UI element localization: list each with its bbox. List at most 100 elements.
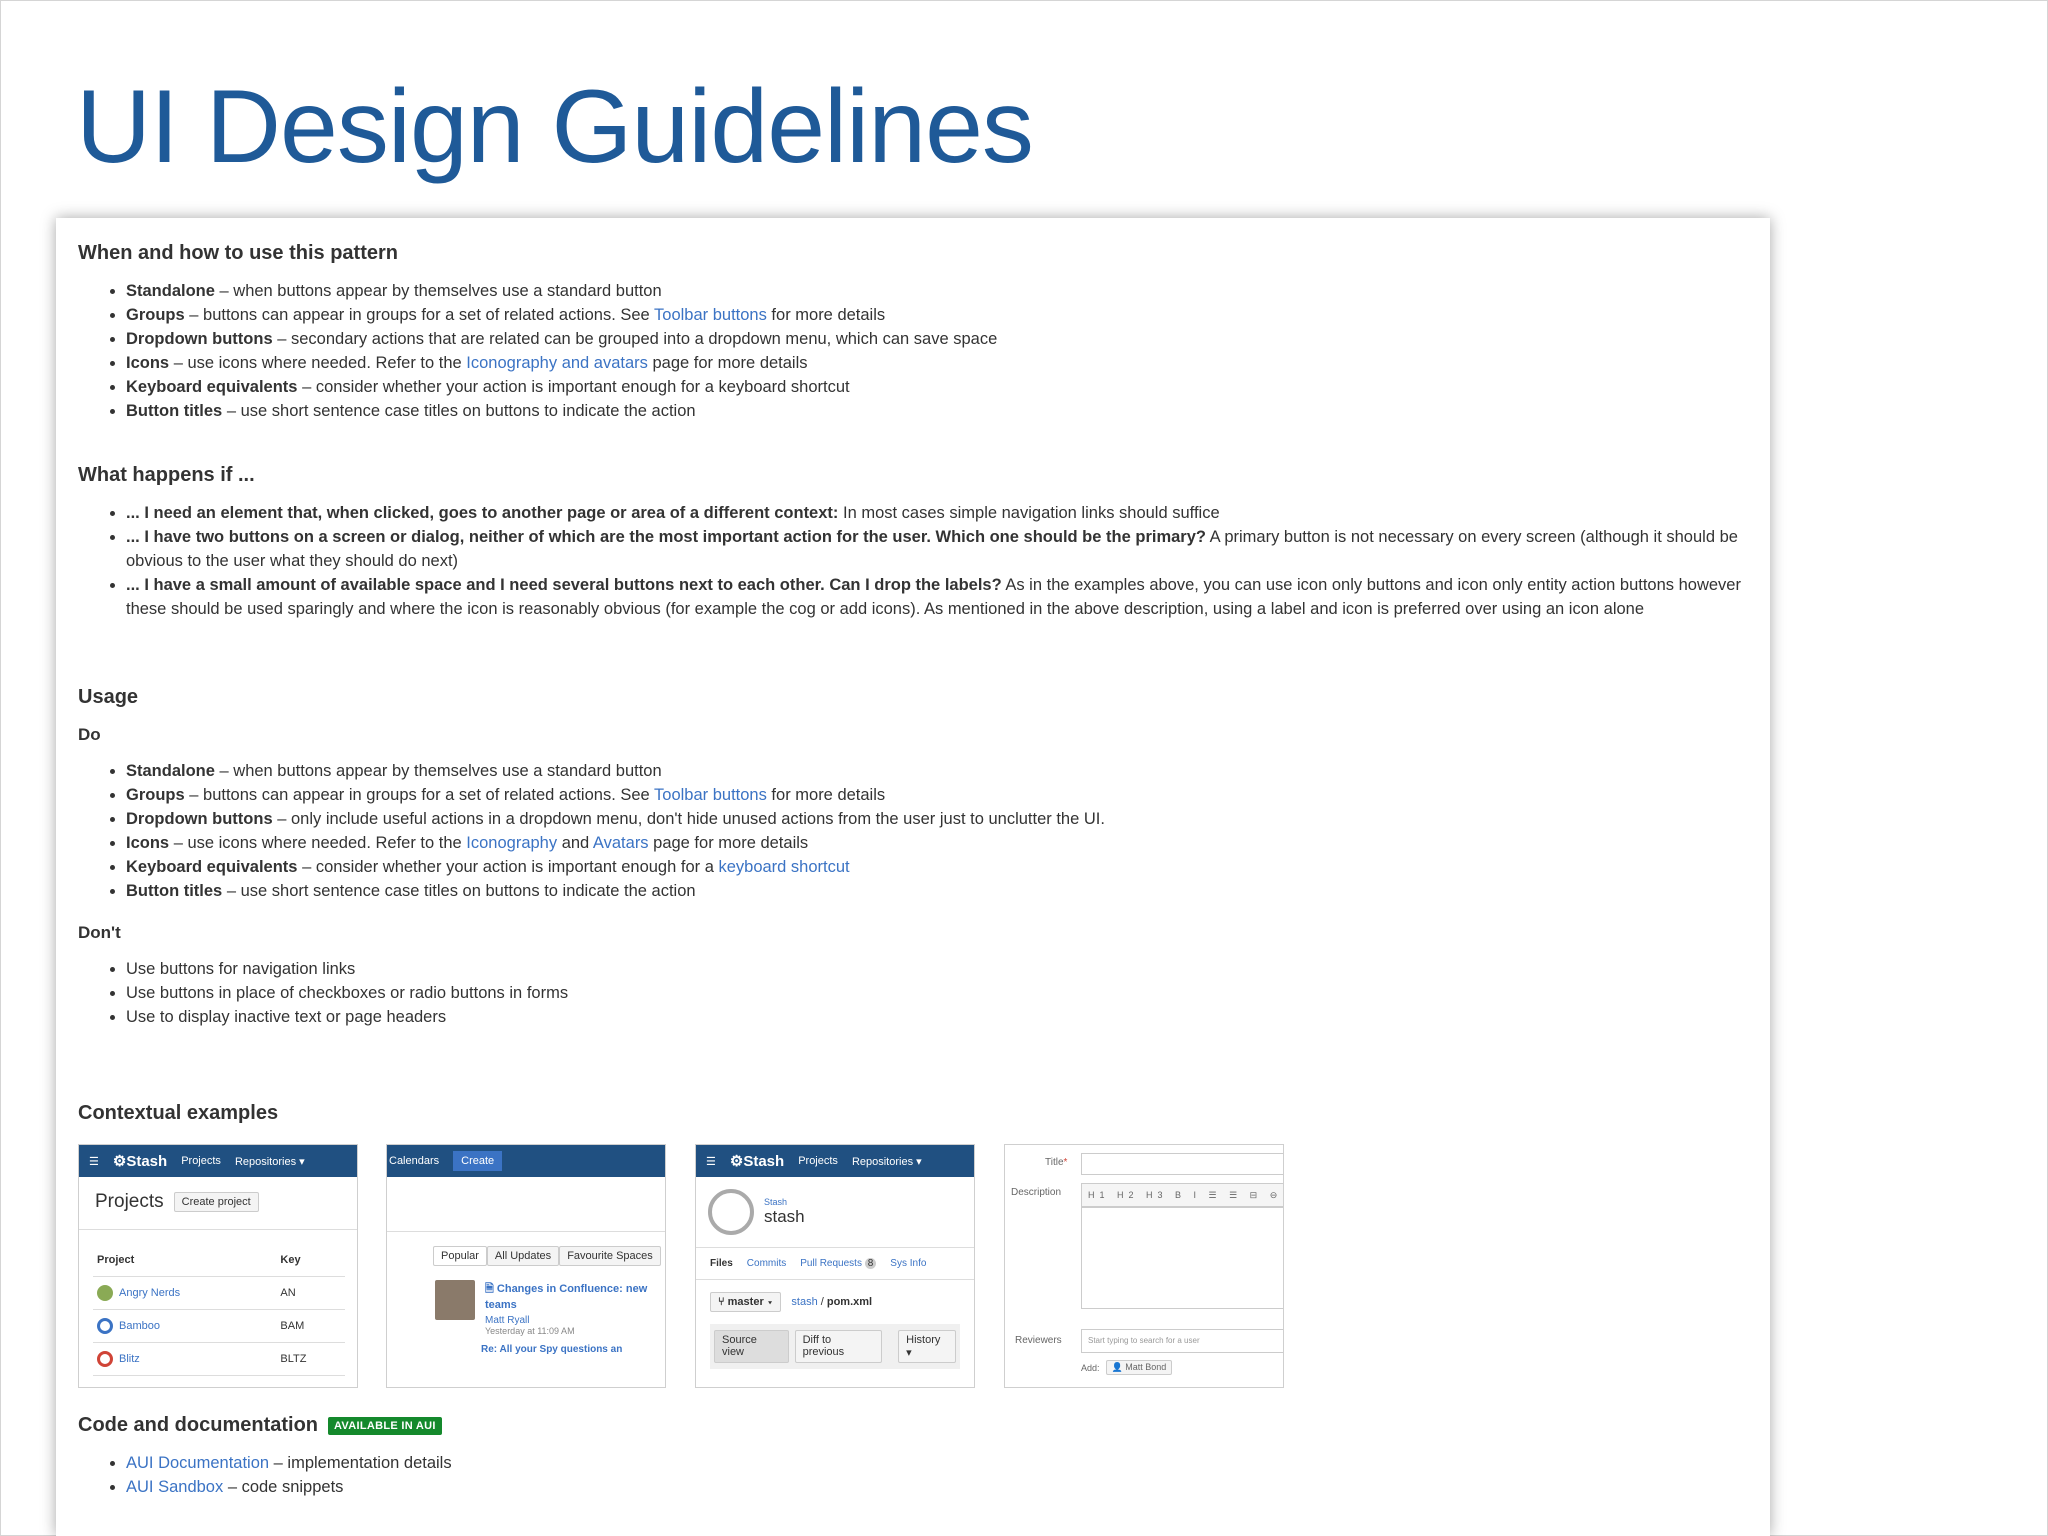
table-row[interactable]: Angry Nerds AN	[93, 1276, 345, 1310]
list-item: Keyboard equivalents – consider whether …	[126, 855, 1105, 879]
list-item: Icons – use icons where needed. Refer to…	[126, 351, 997, 375]
stash-header: ☰ ⚙Stash Projects Repositories ▾	[696, 1145, 974, 1177]
section-contextual-examples: Contextual examples ☰ ⚙Stash Projects Re…	[78, 1102, 1378, 1392]
confluence-thumbnail: Calendars Create Popular All Updates Fav…	[386, 1144, 666, 1388]
project-link[interactable]: Stash	[764, 1197, 805, 1207]
list-item: Groups – buttons can appear in groups fo…	[126, 783, 1105, 807]
section-heading: Usage	[78, 686, 139, 708]
pull-request-form-thumbnail: Title* Description H1 H2 H3 B I ☰ ☰ ⊟ ⊖ …	[1004, 1144, 1284, 1388]
pr-count-badge: 8	[864, 1258, 877, 1269]
section-usage: Usage Do Standalone – when buttons appea…	[78, 686, 1105, 1029]
section-when-how: When and how to use this pattern Standal…	[78, 242, 997, 423]
stash-logo[interactable]: ⚙Stash	[730, 1152, 784, 1170]
nav-projects[interactable]: Projects	[798, 1155, 838, 1167]
user-icon: 👤	[1111, 1362, 1126, 1372]
tab-pull-requests[interactable]: Pull Requests 8	[800, 1258, 877, 1269]
add-label: Add:	[1081, 1362, 1100, 1373]
reviewers-input[interactable]: Start typing to search for a user	[1081, 1329, 1283, 1353]
description-label: Description	[1011, 1187, 1062, 1198]
slide-title: UI Design Guidelines	[76, 69, 1034, 185]
project-avatar-icon	[97, 1351, 113, 1367]
repo-avatar-icon	[708, 1189, 754, 1235]
tab-sys-info[interactable]: Sys Info	[890, 1258, 926, 1269]
iconography-avatars-link[interactable]: Iconography and avatars	[466, 354, 648, 372]
list-item: Use to display inactive text or page hea…	[126, 1005, 1105, 1029]
repo-tabs: Files Commits Pull Requests 8 Sys Info	[696, 1248, 974, 1280]
tab-files[interactable]: Files	[710, 1258, 733, 1269]
description-textarea[interactable]	[1081, 1207, 1283, 1309]
list-item: Groups – buttons can appear in groups fo…	[126, 303, 997, 327]
path-root-link[interactable]: stash	[791, 1296, 817, 1308]
projects-table: Project Key Angry Nerds AN Bamboo BAM Blitz…	[93, 1244, 345, 1376]
project-avatar-icon	[97, 1285, 113, 1301]
stash-projects-thumbnail: ☰ ⚙Stash Projects Repositories ▾ Project…	[78, 1144, 358, 1388]
list-item: Standalone – when buttons appear by them…	[126, 279, 997, 303]
screenshot-panel: When and how to use this pattern Standal…	[56, 218, 1770, 1536]
feed-item-author[interactable]: Matt Ryall	[485, 1315, 655, 1326]
section-heading: Contextual examples	[78, 1102, 279, 1124]
avatars-link[interactable]: Avatars	[593, 834, 649, 852]
menu-icon[interactable]: ☰	[89, 1155, 99, 1168]
create-button[interactable]: Create	[453, 1151, 503, 1171]
column-header: Project	[93, 1244, 277, 1277]
list-item: Icons – use icons where needed. Refer to…	[126, 831, 1105, 855]
title-input[interactable]	[1081, 1153, 1283, 1175]
nav-repositories[interactable]: Repositories ▾	[235, 1155, 305, 1168]
feed-item[interactable]: 🗎 Changes in Confluence: new teams Matt …	[435, 1280, 665, 1336]
editor-toolbar[interactable]: H1 H2 H3 B I ☰ ☰ ⊟ ⊖	[1081, 1183, 1283, 1207]
section-heading: Code and documentation AVAILABLE IN AUI	[78, 1414, 452, 1437]
tab-all-updates[interactable]: All Updates	[486, 1246, 560, 1266]
repo-name: stash	[764, 1207, 805, 1226]
keyboard-shortcut-link[interactable]: keyboard shortcut	[718, 858, 849, 876]
aui-sandbox-link[interactable]: AUI Sandbox	[126, 1478, 223, 1496]
iconography-link[interactable]: Iconography	[466, 834, 557, 852]
stash-header: ☰ ⚙Stash Projects Repositories ▾	[79, 1145, 357, 1177]
tab-popular[interactable]: Popular	[433, 1246, 487, 1266]
list-item: Button titles – use short sentence case …	[126, 879, 1105, 903]
feed-tabs: Popular All Updates Favourite Spaces	[433, 1246, 665, 1266]
confluence-header: Calendars Create	[387, 1145, 665, 1177]
tab-favourite-spaces[interactable]: Favourite Spaces	[559, 1246, 661, 1266]
do-heading: Do	[78, 725, 101, 744]
list-item: Use buttons in place of checkboxes or ra…	[126, 981, 1105, 1005]
table-row[interactable]: Bamboo BAM	[93, 1309, 345, 1343]
table-row[interactable]: Blitz BLTZ	[93, 1342, 345, 1376]
menu-icon[interactable]: ☰	[706, 1155, 716, 1168]
status-badge: AVAILABLE IN AUI	[328, 1416, 442, 1435]
tab-commits[interactable]: Commits	[747, 1258, 786, 1269]
diff-previous-button[interactable]: Diff to previous	[794, 1330, 883, 1363]
section-code-docs: Code and documentationAVAILABLE IN AUI A…	[78, 1414, 452, 1499]
list-item: Keyboard equivalents – consider whether …	[126, 375, 997, 399]
list-item: Standalone – when buttons appear by them…	[126, 759, 1105, 783]
page-title: Projects	[95, 1191, 164, 1212]
source-view-button[interactable]: Source view	[714, 1330, 789, 1363]
branch-selector[interactable]: ⑂ master ▾	[710, 1292, 782, 1312]
section-heading: What happens if ...	[78, 464, 255, 486]
path-file: pom.xml	[826, 1296, 873, 1308]
nav-projects[interactable]: Projects	[181, 1155, 221, 1167]
reviewers-label: Reviewers	[1015, 1335, 1062, 1346]
toolbar-buttons-link[interactable]: Toolbar buttons	[654, 306, 767, 324]
feed-item-title[interactable]: 🗎 Changes in Confluence: new teams	[485, 1280, 655, 1311]
list-item: ... I have a small amount of available s…	[126, 573, 1750, 621]
create-project-button[interactable]: Create project	[173, 1192, 259, 1212]
stash-logo[interactable]: ⚙Stash	[113, 1152, 167, 1170]
file-toolbar: Source view Diff to previous History ▾	[710, 1324, 960, 1369]
reviewer-tag[interactable]: 👤 Matt Bond	[1105, 1360, 1173, 1375]
thumbnails-row: ☰ ⚙Stash Projects Repositories ▾ Project…	[78, 1144, 1378, 1388]
nav-repositories[interactable]: Repositories ▾	[852, 1155, 922, 1168]
section-what-happens: What happens if ... ... I need an elemen…	[78, 464, 1750, 621]
aui-documentation-link[interactable]: AUI Documentation	[126, 1454, 269, 1472]
when-list: Standalone – when buttons appear by them…	[78, 279, 997, 423]
nav-calendars[interactable]: Calendars	[389, 1155, 439, 1167]
dont-list: Use buttons for navigation links Use but…	[78, 957, 1105, 1029]
list-item: Button titles – use short sentence case …	[126, 399, 997, 423]
title-label: Title*	[1045, 1157, 1068, 1168]
list-item: Use buttons for navigation links	[126, 957, 1105, 981]
toolbar-buttons-link[interactable]: Toolbar buttons	[654, 786, 767, 804]
list-item: ... I have two buttons on a screen or di…	[126, 525, 1750, 573]
history-button[interactable]: History ▾	[898, 1330, 956, 1363]
feed-item-2[interactable]: Re: All your Spy questions an	[481, 1344, 665, 1355]
list-item: Dropdown buttons – secondary actions tha…	[126, 327, 997, 351]
what-list: ... I need an element that, when clicked…	[78, 501, 1750, 621]
